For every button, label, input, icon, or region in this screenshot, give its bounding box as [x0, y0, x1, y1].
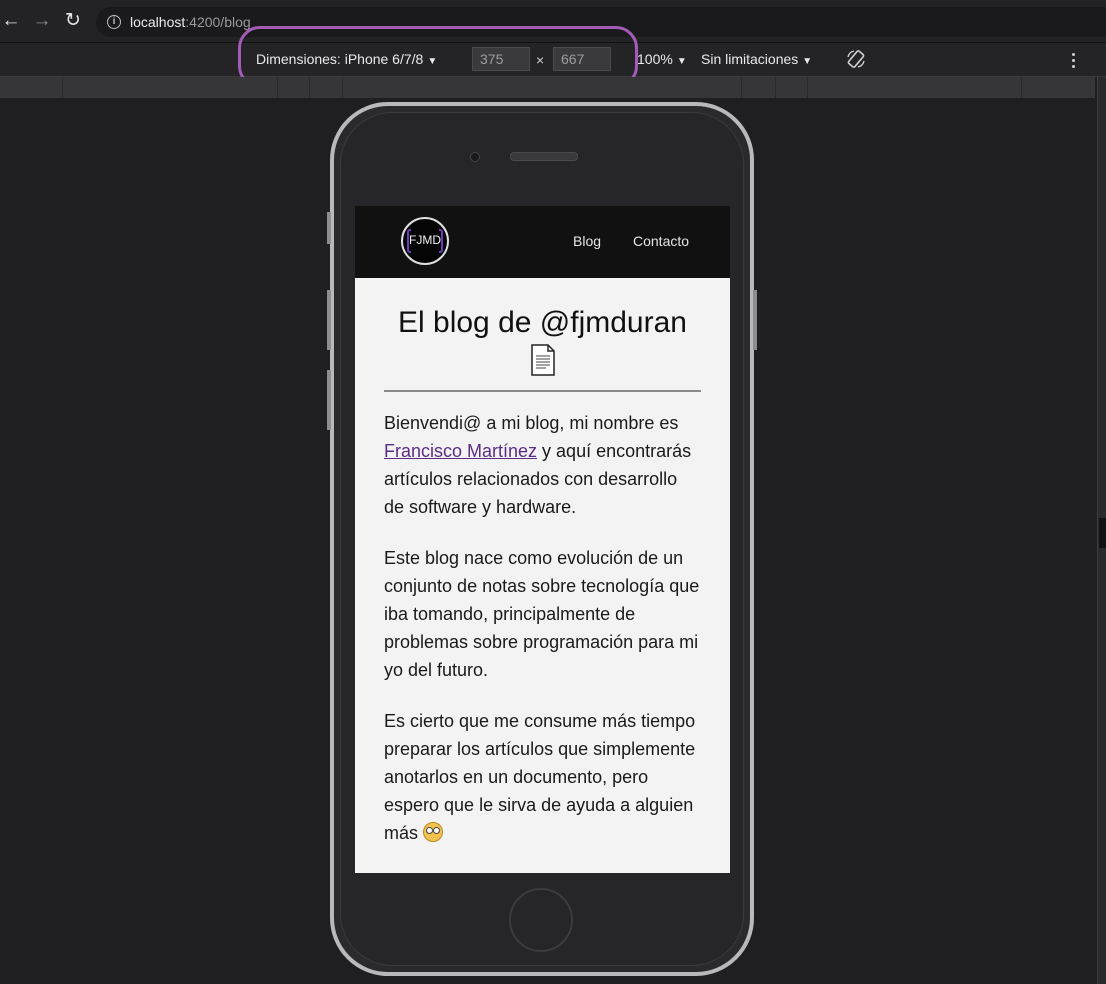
reload-icon[interactable]: ↻: [62, 10, 84, 32]
front-camera: [470, 152, 480, 162]
intro-paragraph: Bienvendi@ a mi blog, mi nombre es Franc…: [384, 409, 701, 521]
zoom-dropdown[interactable]: 100% ▼: [637, 51, 687, 67]
closing-paragraph: Es cierto que me consume más tiempo prep…: [384, 707, 701, 847]
nav-contact-link[interactable]: Contacto: [633, 233, 689, 249]
url-text: localhost:4200/blog: [130, 14, 251, 30]
site-header: FJMD Blog Contacto: [355, 206, 730, 278]
page-title-text: El blog de @fjmduran: [398, 306, 687, 339]
url-host: localhost: [130, 14, 186, 30]
origin-paragraph: Este blog nace como evolución de un conj…: [384, 548, 700, 680]
device-screen: FJMD Blog Contacto El blog de @fjmduran …: [355, 206, 730, 873]
nav-blog-link[interactable]: Blog: [573, 233, 601, 249]
rotate-icon[interactable]: [845, 48, 867, 70]
volume-down-button: [327, 370, 331, 430]
throttle-label: Sin limitaciones: [701, 51, 799, 67]
page-document-icon: [530, 344, 555, 376]
more-options-icon[interactable]: [1068, 50, 1078, 70]
site-logo[interactable]: FJMD: [401, 217, 449, 265]
forward-arrow-icon[interactable]: →: [31, 10, 53, 32]
earpiece-speaker: [510, 152, 578, 161]
devtools-panel-edge: [1097, 77, 1106, 984]
back-arrow-icon[interactable]: ←: [0, 10, 22, 32]
mute-switch: [327, 212, 331, 244]
title-divider: [384, 390, 701, 392]
url-path: :4200/blog: [185, 14, 251, 30]
intro-text-before: Bienvendi@ a mi blog, mi nombre es: [384, 413, 679, 433]
home-button: [509, 888, 573, 952]
main-content: El blog de @fjmduran Bienvendi@ a mi blo…: [384, 278, 701, 870]
logo-bracket-right: [439, 229, 443, 253]
author-link[interactable]: Francisco Martínez: [384, 441, 537, 461]
nerd-face-emoji-icon: [423, 822, 444, 842]
caret-down-icon: ▼: [802, 56, 813, 67]
zoom-label: 100%: [637, 51, 673, 67]
media-query-ruler[interactable]: [0, 77, 1095, 98]
throttle-dropdown[interactable]: Sin limitaciones ▼: [701, 51, 812, 67]
info-icon[interactable]: i: [107, 15, 121, 29]
volume-up-button: [327, 290, 331, 350]
power-button: [753, 290, 757, 350]
caret-down-icon: ▼: [676, 56, 687, 67]
page-title: El blog de @fjmduran: [384, 304, 701, 376]
